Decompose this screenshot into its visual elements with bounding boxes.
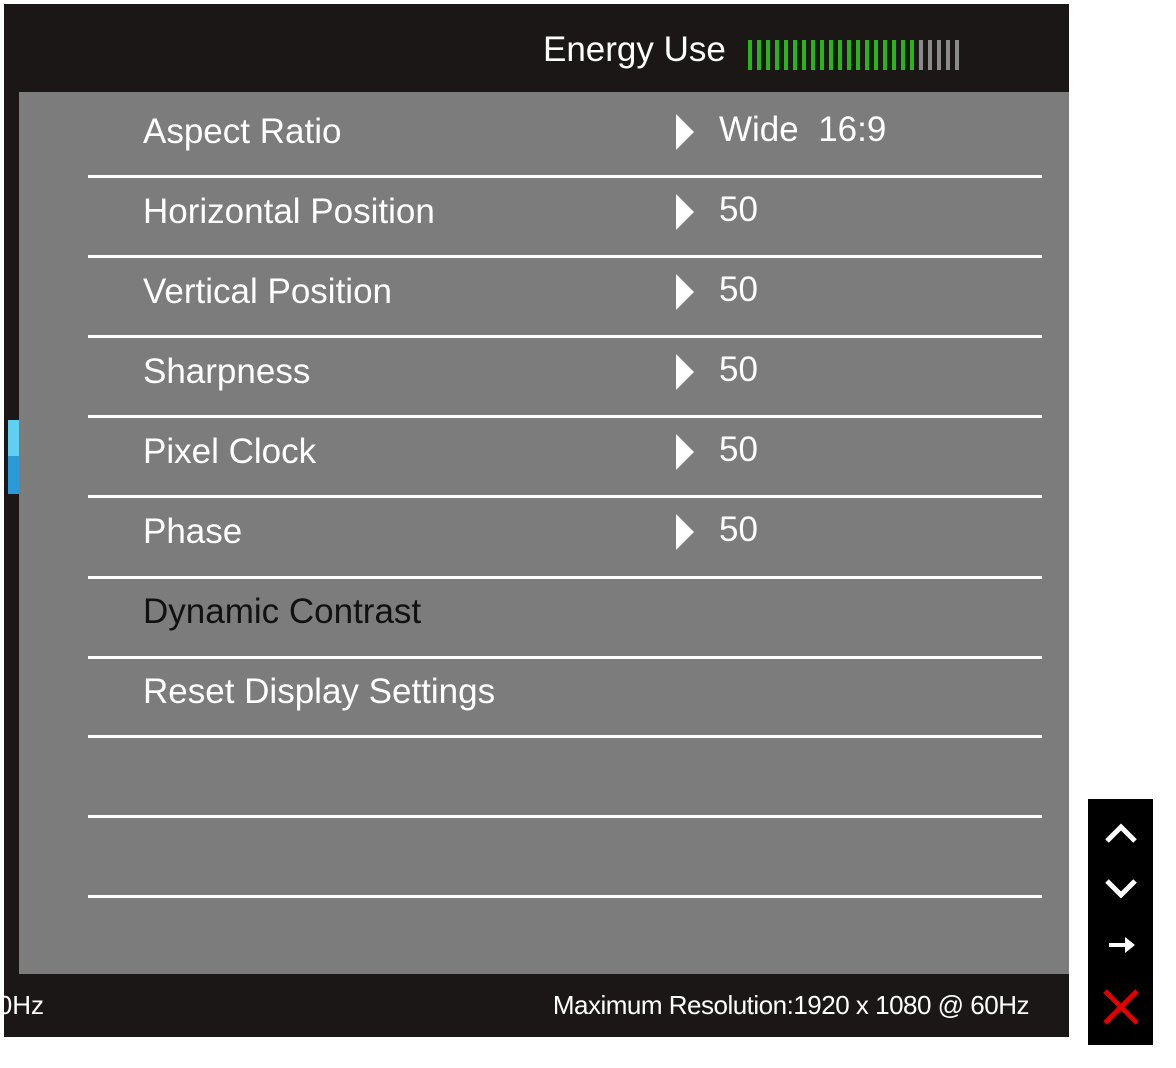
menu-item-label: Horizontal Position — [143, 192, 435, 231]
menu-item-label: Phase — [143, 512, 243, 551]
menu-item-aspect-ratio[interactable]: Aspect Ratio Wide 16:9 — [73, 92, 1027, 172]
display-settings-menu: Aspect Ratio Wide 16:9 Horizontal Positi… — [19, 92, 1069, 974]
triangle-right-icon — [676, 354, 694, 390]
menu-divider — [88, 415, 1042, 418]
triangle-right-icon — [676, 434, 694, 470]
osd-header: Energy Use — [4, 4, 1069, 92]
enter-button[interactable] — [1088, 917, 1153, 973]
energy-segment — [748, 40, 752, 70]
energy-use-label: Energy Use — [543, 30, 726, 69]
menu-item-dynamic-contrast: Dynamic Contrast — [73, 572, 1027, 652]
menu-divider — [88, 175, 1042, 178]
menu-divider — [88, 815, 1042, 818]
menu-item-horizontal-position[interactable]: Horizontal Position 50 — [73, 172, 1027, 252]
energy-segment — [892, 40, 896, 70]
menu-item-label: Vertical Position — [143, 272, 393, 311]
monitor-button-bar — [1088, 799, 1153, 1045]
menu-item-value: 50 — [719, 510, 758, 549]
energy-segment — [901, 40, 905, 70]
menu-item-empty — [73, 812, 1027, 892]
menu-item-empty — [73, 732, 1027, 812]
energy-segment — [784, 40, 788, 70]
energy-segment — [946, 40, 950, 70]
right-arrow-icon — [1108, 937, 1135, 953]
energy-segment — [757, 40, 761, 70]
energy-segment — [838, 40, 842, 70]
triangle-right-icon — [676, 274, 694, 310]
menu-item-pixel-clock[interactable]: Pixel Clock 50 — [73, 412, 1027, 492]
energy-segment — [829, 40, 833, 70]
energy-segment — [793, 40, 797, 70]
exit-button[interactable] — [1088, 979, 1153, 1035]
menu-divider — [88, 255, 1042, 258]
menu-item-label: Aspect Ratio — [143, 112, 342, 151]
menu-item-value: 50 — [719, 270, 758, 309]
energy-segment — [847, 40, 851, 70]
energy-segment — [937, 40, 941, 70]
menu-item-reset-display-settings[interactable]: Reset Display Settings — [73, 652, 1027, 732]
menu-item-phase[interactable]: Phase 50 — [73, 492, 1027, 572]
energy-segment — [874, 40, 878, 70]
menu-item-value: 50 — [719, 190, 758, 229]
up-arrow-icon — [1104, 823, 1137, 843]
osd-window: Energy Use Aspect Ratio Wide 16:9 Horizo… — [4, 4, 1069, 1037]
osd-footer: 1920 x 1080 @ 60Hz Maximum Resolution:19… — [4, 974, 1069, 1037]
current-resolution-clipped: 1920 x 1080 @ 60Hz — [4, 974, 44, 1037]
energy-segment — [766, 40, 770, 70]
energy-use-meter — [748, 40, 959, 70]
selected-category-tab — [8, 420, 19, 494]
down-arrow-icon — [1104, 879, 1137, 899]
up-button[interactable] — [1088, 805, 1153, 861]
triangle-right-icon — [676, 194, 694, 230]
energy-segment — [775, 40, 779, 70]
triangle-right-icon — [676, 114, 694, 150]
energy-segment — [802, 40, 806, 70]
menu-item-label: Sharpness — [143, 352, 311, 391]
menu-divider — [88, 576, 1042, 579]
menu-item-value: 50 — [719, 350, 758, 389]
menu-item-label: Dynamic Contrast — [143, 592, 422, 631]
menu-item-value: 50 — [719, 430, 758, 469]
energy-segment — [811, 40, 815, 70]
energy-segment — [910, 40, 914, 70]
menu-item-label: Reset Display Settings — [143, 672, 496, 711]
menu-item-label: Pixel Clock — [143, 432, 317, 471]
menu-divider — [88, 735, 1042, 738]
energy-segment — [919, 40, 923, 70]
menu-divider — [88, 895, 1042, 898]
menu-divider — [88, 495, 1042, 498]
menu-divider — [88, 335, 1042, 338]
current-resolution-text: 1920 x 1080 @ 60Hz — [4, 990, 44, 1020]
menu-item-sharpness[interactable]: Sharpness 50 — [73, 332, 1027, 412]
close-icon — [1102, 989, 1139, 1025]
down-button[interactable] — [1088, 861, 1153, 917]
menu-item-value: Wide 16:9 — [719, 110, 887, 149]
energy-segment — [856, 40, 860, 70]
maximum-resolution-text: Maximum Resolution:1920 x 1080 @ 60Hz — [552, 990, 1030, 1020]
energy-segment — [883, 40, 887, 70]
energy-segment — [820, 40, 824, 70]
energy-segment — [928, 40, 932, 70]
menu-divider — [88, 656, 1042, 659]
triangle-right-icon — [676, 514, 694, 550]
energy-segment — [865, 40, 869, 70]
energy-segment — [955, 40, 959, 70]
menu-item-vertical-position[interactable]: Vertical Position 50 — [73, 252, 1027, 332]
